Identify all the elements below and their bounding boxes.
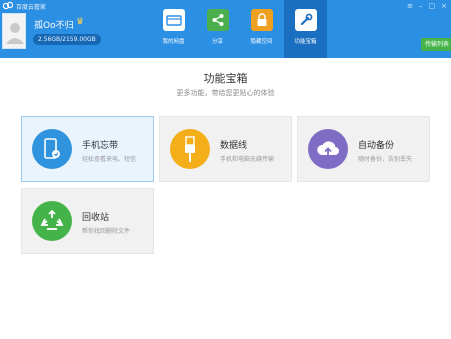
nav-label: 隐藏空间 bbox=[250, 39, 273, 45]
app-window: 百度云管家 ≡ – □ × 孤Oo不归 ♛ 2.56GB/2159.00GB 我… bbox=[0, 0, 451, 339]
page-title: 功能宝箱 bbox=[203, 72, 248, 85]
page-subtitle: 更多功能，带给您更贴心的体验 bbox=[176, 89, 275, 97]
nav-item-hidden-space[interactable]: 隐藏空间 bbox=[240, 0, 283, 58]
nav-label: 功能宝箱 bbox=[294, 39, 317, 45]
maximize-icon[interactable]: □ bbox=[429, 2, 436, 10]
card-description: 手机和电脑无缝传输 bbox=[220, 156, 275, 163]
nav-label: 我的网盘 bbox=[162, 39, 185, 45]
user-silhouette-icon bbox=[3, 14, 25, 48]
storage-usage: 2.56GB/2159.00GB bbox=[33, 34, 101, 45]
share-icon bbox=[206, 9, 229, 31]
minimize-icon[interactable]: – bbox=[419, 2, 423, 10]
nav-item-toolbox[interactable]: 功能宝箱 bbox=[284, 0, 327, 58]
cloud-drive-icon bbox=[162, 9, 185, 31]
feature-card-phone-forgotten[interactable]: 手机忘带 轻松查看来电、短信 bbox=[21, 116, 154, 182]
lock-icon bbox=[250, 9, 273, 31]
card-title: 手机忘带 bbox=[82, 141, 119, 151]
phone-icon bbox=[32, 129, 72, 169]
avatar[interactable] bbox=[2, 13, 26, 49]
card-title: 回收站 bbox=[82, 213, 110, 223]
recycle-icon bbox=[32, 201, 72, 241]
feature-card-data-cable[interactable]: 数据线 手机和电脑无缝传输 bbox=[159, 116, 292, 182]
header-bar: 百度云管家 ≡ – □ × 孤Oo不归 ♛ 2.56GB/2159.00GB 我… bbox=[0, 0, 451, 58]
toolbox-icon bbox=[294, 9, 317, 31]
card-title: 数据线 bbox=[220, 141, 248, 151]
menu-icon[interactable]: ≡ bbox=[407, 2, 413, 10]
main-nav: 我的网盘 分享 隐藏空间 功能宝箱 bbox=[152, 0, 328, 58]
card-description: 随时备份，告别丢失 bbox=[358, 156, 413, 163]
nav-item-my-drive[interactable]: 我的网盘 bbox=[152, 0, 195, 58]
close-icon[interactable]: × bbox=[441, 2, 447, 10]
username[interactable]: 孤Oo不归 bbox=[34, 18, 74, 31]
card-title: 自动备份 bbox=[358, 141, 395, 151]
feature-card-auto-backup[interactable]: 自动备份 随时备份，告别丢失 bbox=[297, 116, 430, 182]
usb-cable-icon bbox=[170, 129, 210, 169]
card-description: 帮你找回删除文件 bbox=[82, 228, 131, 235]
feature-card-recycle-bin[interactable]: 回收站 帮你找回删除文件 bbox=[21, 188, 154, 254]
vip-crown-icon: ♛ bbox=[76, 17, 85, 27]
window-controls: ≡ – □ × bbox=[407, 2, 447, 10]
app-title: 百度云管家 bbox=[16, 4, 47, 11]
baidu-cloud-logo-icon bbox=[3, 1, 13, 10]
nav-label: 分享 bbox=[211, 39, 223, 45]
cloud-upload-icon bbox=[308, 129, 348, 169]
nav-item-share[interactable]: 分享 bbox=[196, 0, 239, 58]
transfer-list-button[interactable]: 传输列表 bbox=[421, 38, 451, 51]
card-description: 轻松查看来电、短信 bbox=[82, 156, 137, 163]
